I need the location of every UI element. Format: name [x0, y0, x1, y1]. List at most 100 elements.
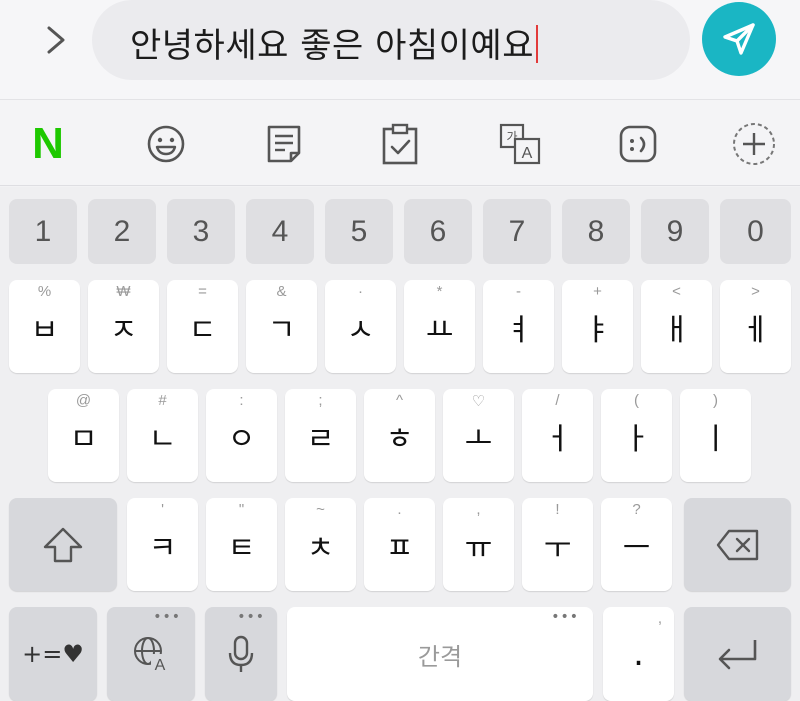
key-7[interactable]: 7 [483, 199, 551, 264]
key-hint: ( [634, 392, 639, 409]
key-a[interactable]: (ㅏ [601, 389, 672, 482]
key-e[interactable]: > ㅔ [720, 280, 791, 373]
key-3[interactable]: 3 [167, 199, 235, 264]
key-ae[interactable]: < ㅐ [641, 280, 712, 373]
message-text: 안녕하세요 좋은 아침이예요 [130, 26, 534, 66]
memo-button[interactable] [258, 118, 310, 170]
key-label: ㄱ [267, 312, 296, 348]
key-label: 1 [34, 214, 52, 248]
key-eo[interactable]: / ㅓ [522, 389, 593, 482]
enter-icon [718, 640, 756, 670]
key-hint: ~ [316, 501, 325, 518]
period-key[interactable]: , . [603, 607, 674, 701]
key-hint: ♡ [471, 393, 486, 410]
message-input-bar: 안녕하세요 좋은 아침이예요 [0, 0, 800, 100]
key-i[interactable]: ) ㅣ [680, 389, 751, 482]
key-hint: ! [555, 501, 560, 518]
key-pieup[interactable]: .ㅍ [364, 498, 435, 591]
key-hint: ? [632, 501, 641, 518]
clipboard-button[interactable] [374, 118, 426, 170]
key-label: 5 [350, 214, 368, 248]
backspace-icon [716, 529, 758, 560]
backspace-key[interactable] [684, 498, 791, 591]
key-hint: * [436, 283, 443, 300]
key-hieut[interactable]: ^ ㅎ [364, 389, 435, 482]
key-hint: ^ [395, 392, 404, 409]
translate-button[interactable]: 가 A [494, 118, 546, 170]
key-chieut[interactable]: ~ ㅊ [285, 498, 356, 591]
key-4[interactable]: 4 [246, 199, 314, 264]
key-label: ㄴ [148, 421, 177, 457]
key-label: 4 [271, 214, 289, 248]
key-tieut[interactable]: " ㅌ [206, 498, 277, 591]
key-label: ㅁ [69, 421, 98, 457]
key-8[interactable]: 8 [562, 199, 630, 264]
key-ieung[interactable]: :ㅇ [206, 389, 277, 482]
chevron-right-icon [47, 26, 65, 54]
key-ya[interactable]: + ㅑ [562, 280, 633, 373]
key-kieuk[interactable]: ' ㅋ [127, 498, 198, 591]
svg-text:A: A [155, 657, 166, 674]
key-label: 3 [192, 214, 210, 248]
expand-chevron-button[interactable] [38, 22, 74, 58]
space-key[interactable]: ••• 간격 [287, 607, 593, 701]
key-label: ㅛ [425, 312, 454, 348]
key-yo[interactable]: * ㅛ [404, 280, 475, 373]
key-2[interactable]: 2 [88, 199, 156, 264]
key-yu[interactable]: ,ㅠ [443, 498, 514, 591]
key-label: 2 [113, 214, 131, 248]
key-jieut[interactable]: ₩ ㅈ [88, 280, 159, 373]
korean-keyboard: 1 2 3 4 5 6 7 8 9 0 % ㅂ ₩ ㅈ = ㄷ & ㄱ · ㅅ * ㅛ -ㅕ… [0, 187, 800, 701]
key-bieup[interactable]: % ㅂ [9, 280, 80, 373]
emoticon-button[interactable] [612, 118, 664, 170]
key-0[interactable]: 0 [720, 199, 791, 264]
key-9[interactable]: 9 [641, 199, 709, 264]
key-hint: , [657, 610, 662, 627]
key-o[interactable]: ♡ ㅗ [443, 389, 514, 482]
shift-key[interactable] [9, 498, 117, 591]
key-1[interactable]: 1 [9, 199, 77, 264]
key-5[interactable]: 5 [325, 199, 393, 264]
text-caret [535, 25, 538, 63]
key-label: 9 [666, 214, 684, 248]
enter-key[interactable] [684, 607, 791, 701]
key-siot[interactable]: · ㅅ [325, 280, 396, 373]
voice-input-key[interactable]: ••• [205, 607, 277, 701]
language-key[interactable]: ••• A [107, 607, 195, 701]
keyboard-toolbar: N 가 A [0, 100, 800, 186]
key-label: 8 [587, 214, 605, 248]
key-hint: ; [318, 392, 323, 409]
key-hint: , [476, 501, 481, 518]
send-icon [723, 23, 755, 55]
key-label: 0 [747, 214, 764, 248]
translate-icon: 가 A [499, 123, 541, 165]
key-mieum[interactable]: @ ㅁ [48, 389, 119, 482]
message-input[interactable]: 안녕하세요 좋은 아침이예요 [92, 0, 752, 80]
send-button[interactable] [702, 2, 776, 76]
key-hint: " [238, 501, 245, 518]
shift-icon [43, 527, 83, 562]
key-digeut[interactable]: = ㄷ [167, 280, 238, 373]
key-label: 6 [429, 214, 447, 248]
naver-search-button[interactable]: N [22, 118, 74, 170]
add-toolbar-item-button[interactable] [728, 118, 780, 170]
key-label: ㅊ [306, 530, 335, 566]
key-u[interactable]: ! ㅜ [522, 498, 593, 591]
key-yeo[interactable]: -ㅕ [483, 280, 554, 373]
key-eu[interactable]: ? ㅡ [601, 498, 672, 591]
key-label: ㅅ [346, 312, 375, 348]
key-hint: / [555, 392, 560, 409]
key-label: . [633, 634, 644, 674]
key-hint: . [397, 501, 402, 518]
emoji-button[interactable] [140, 118, 192, 170]
key-label: ㅍ [385, 530, 414, 566]
key-nieun[interactable]: # ㄴ [127, 389, 198, 482]
key-giyeok[interactable]: & ㄱ [246, 280, 317, 373]
key-6[interactable]: 6 [404, 199, 472, 264]
key-hint: < [672, 283, 681, 300]
add-icon [733, 123, 775, 165]
symbols-key[interactable]: +=♥ [9, 607, 97, 701]
key-rieul[interactable]: ; ㄹ [285, 389, 356, 482]
key-label: 7 [508, 214, 526, 248]
key-hint: @ [75, 392, 92, 409]
